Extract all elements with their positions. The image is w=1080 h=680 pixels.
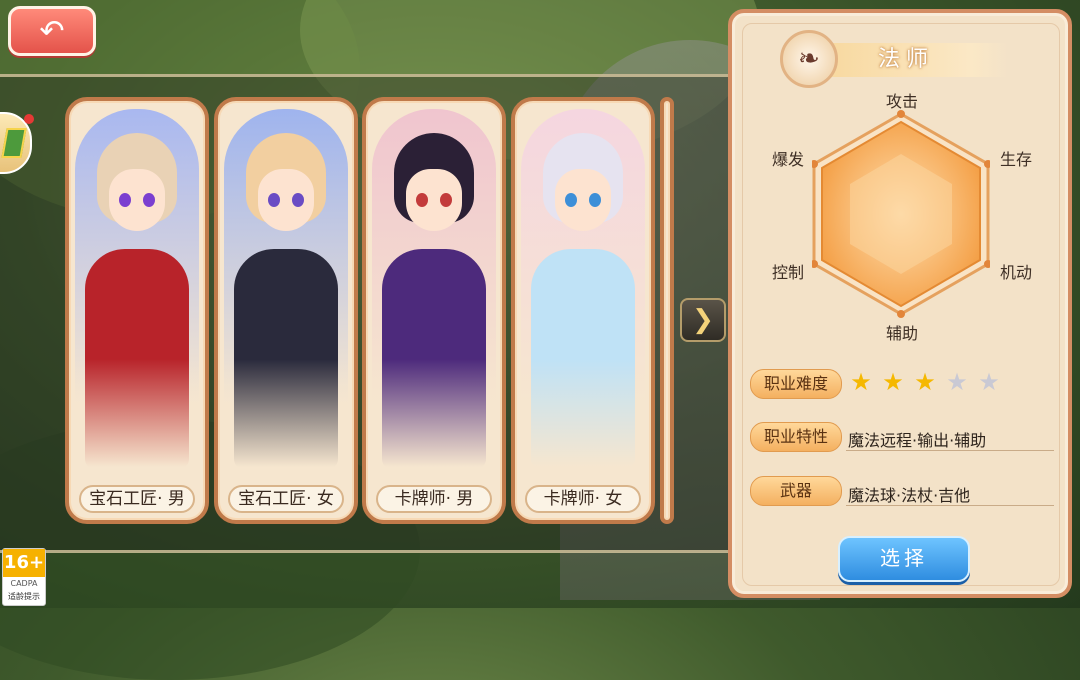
character-eye [565,193,577,207]
notification-dot [24,114,34,124]
difficulty-label: 职业难度 [750,369,842,399]
weapon-value: 魔法球·法杖·吉他 [848,486,971,505]
portrait-fade [224,359,348,479]
radar-label-burst: 爆发 [771,150,804,169]
chevron-right-icon: ❯ [692,305,714,335]
portrait-fade [75,359,199,479]
select-button[interactable]: 选择 [838,536,970,582]
strip-top-border [0,74,730,77]
character-eye [268,193,280,207]
weapon-label: 武器 [750,476,842,506]
character-card[interactable]: 宝石工匠· 女 [214,97,358,524]
character-card-label: 宝石工匠· 男 [79,485,195,513]
trait-underline [846,450,1054,451]
character-portrait [75,109,199,479]
character-card-label: 卡牌师· 男 [376,485,492,513]
character-eye [440,193,452,207]
character-eye [292,193,304,207]
star-filled-icon: ★ [882,368,904,396]
radar-label-support: 辅助 [885,324,918,343]
strip-bottom-border [0,550,730,553]
age-rating-badge: 16+ CADPA 适龄提示 [2,548,46,606]
radar-svg [812,110,990,318]
character-face [258,169,314,231]
age-rating-tip: 适龄提示 [8,592,40,601]
class-name: 法师 [878,47,935,72]
character-eye [119,193,131,207]
character-portrait [372,109,496,479]
notebook-icon [1,128,27,158]
character-card[interactable]: 宝石工匠· 男 [65,97,209,524]
back-button[interactable]: ↶ [8,6,96,56]
character-portrait [521,109,645,479]
radar-label-control: 控制 [771,263,804,282]
trait-value: 魔法远程·输出·辅助 [848,431,987,450]
character-portrait [224,109,348,479]
magic-staff-icon: ❧ [780,30,838,88]
star-filled-icon: ★ [850,368,872,396]
age-rating-org: CADPA [10,579,38,588]
character-card[interactable]: 卡牌师· 男 [362,97,506,524]
character-face [555,169,611,231]
character-face [406,169,462,231]
back-arrow-icon: ↶ [39,13,65,49]
star-empty-icon: ★ [946,368,968,396]
trait-label: 职业特性 [750,422,842,452]
character-card-label: 宝石工匠· 女 [228,485,344,513]
character-eye [143,193,155,207]
portrait-fade [521,359,645,479]
character-eye [589,193,601,207]
star-filled-icon: ★ [914,368,936,396]
character-card-label: 卡牌师· 女 [525,485,641,513]
radar-label-survival: 生存 [999,150,1032,169]
weapon-underline [846,505,1054,506]
character-card[interactable]: 卡牌师· 女 [511,97,655,524]
next-page-button[interactable]: ❯ [680,298,726,342]
character-eye [416,193,428,207]
radar-label-mobility: 机动 [999,263,1032,282]
star-empty-icon: ★ [978,368,1000,396]
portrait-fade [372,359,496,479]
age-rating: 16+ [3,549,45,577]
character-face [109,169,165,231]
radar-label-attack: 攻击 [885,92,918,111]
character-card-partial[interactable] [660,97,674,524]
radar-vertex-bottom [897,310,905,318]
